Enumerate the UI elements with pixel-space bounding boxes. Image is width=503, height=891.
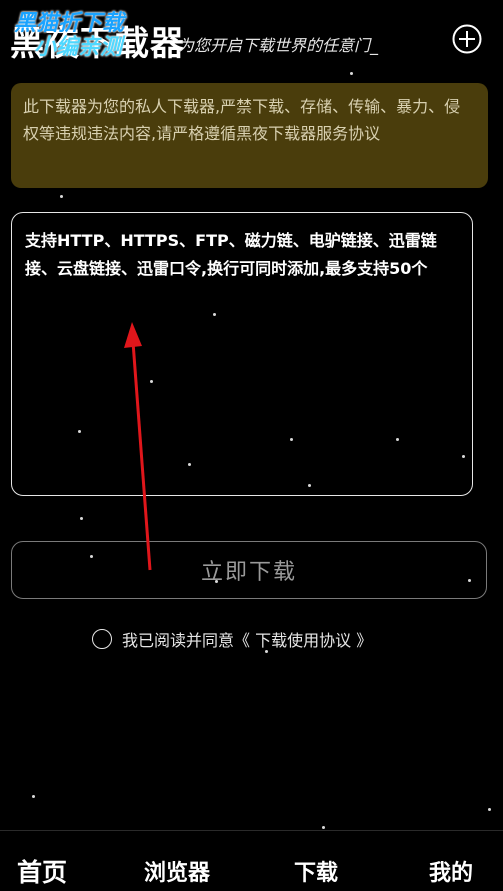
bottom-tab-bar: 首页 浏览器 下载 我的: [0, 830, 503, 891]
download-now-button[interactable]: 立即下载: [11, 541, 487, 599]
agreement-text: 我已阅读并同意: [122, 631, 235, 650]
tab-downloads[interactable]: 下载: [294, 855, 338, 887]
watermark-logo: 黑猫折下载 小编亲测: [14, 12, 124, 60]
plus-circle-icon[interactable]: [452, 24, 482, 54]
agreement-link[interactable]: 《 下载使用协议 》: [234, 627, 372, 651]
app-header: 黑夜下载器 黑猫折下载 小编亲测 为您开启下载世界的任意门_: [0, 0, 503, 80]
agree-radio[interactable]: [92, 629, 112, 649]
tab-browser[interactable]: 浏览器: [144, 855, 210, 887]
tab-home[interactable]: 首页: [17, 853, 67, 889]
url-input[interactable]: 支持HTTP、HTTPS、FTP、磁力链、电驴链接、迅雷链接、云盘链接、迅雷口令…: [11, 212, 473, 496]
agreement-row[interactable]: 我已阅读并同意 《 下载使用协议 》: [92, 626, 372, 652]
app-subtitle: 为您开启下载世界的任意门_: [178, 36, 379, 55]
watermark-line-2: 小编亲测: [34, 35, 123, 60]
watermark-line-1: 黑猫折下载: [14, 11, 125, 36]
tab-mine[interactable]: 我的: [429, 855, 473, 887]
notice-banner: 此下载器为您的私人下载器,严禁下载、存储、传输、暴力、侵权等违规违法内容,请严格…: [11, 83, 488, 188]
